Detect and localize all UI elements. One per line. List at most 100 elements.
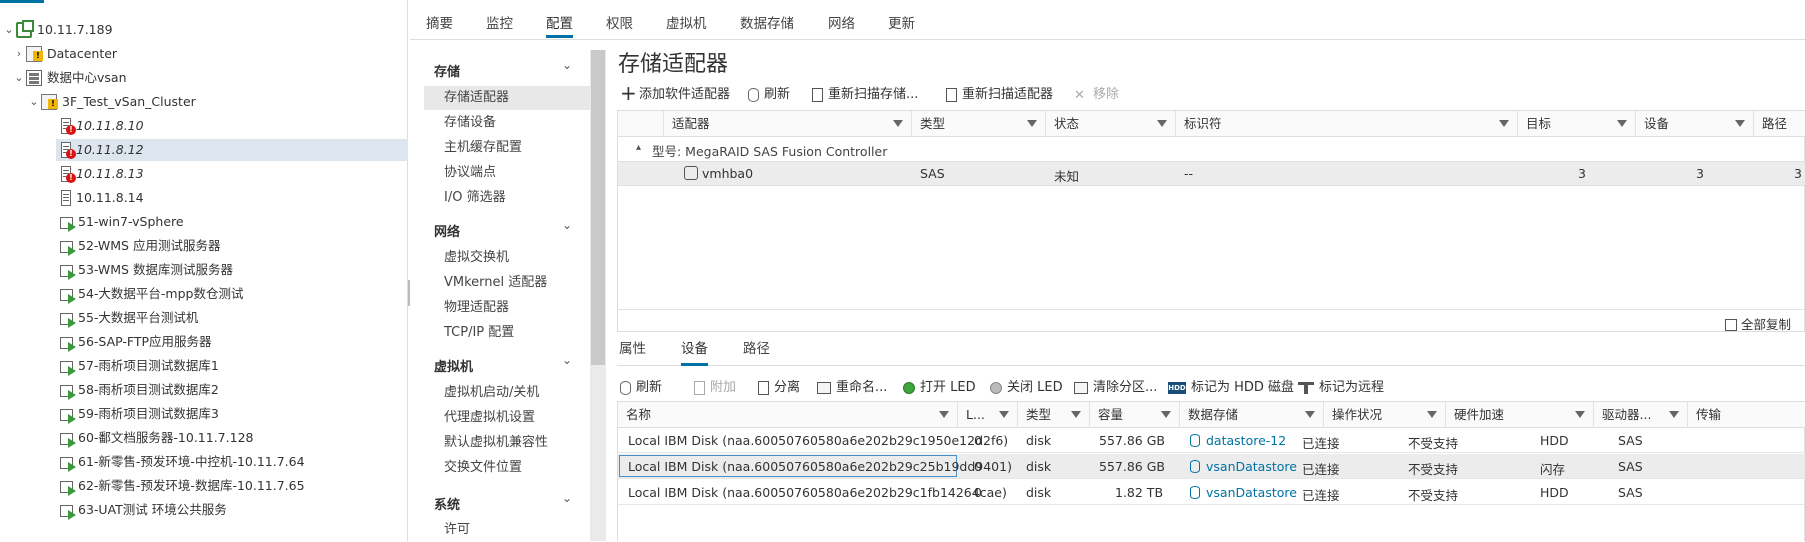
device-refresh-button[interactable]: 刷新 (620, 377, 662, 399)
nav-scrollbar-thumb[interactable] (591, 50, 605, 365)
column-header-adapter[interactable]: 适配器 (664, 111, 912, 137)
filter-icon[interactable] (1161, 411, 1171, 418)
datastore-link[interactable]: datastore-12 (1206, 433, 1286, 448)
chevron-down-icon[interactable]: ⌄ (562, 491, 572, 505)
filter-icon[interactable] (1157, 120, 1167, 127)
table-row[interactable]: Local IBM Disk (naa.60050760580a6e202b29… (618, 480, 1805, 505)
nav-section-system[interactable]: 系统 (434, 494, 460, 513)
group-collapse-icon[interactable]: ▴ (636, 142, 641, 153)
tree-item-vm[interactable]: 61-新零售-预发环境-中控机-10.11.7.64 (60, 451, 305, 473)
nav-section-network[interactable]: 网络 (434, 221, 460, 240)
column-header-lun[interactable]: L... (958, 402, 1018, 428)
column-header-identifier[interactable]: 标识符 (1176, 111, 1518, 137)
rescan-storage-button[interactable]: 重新扫描存储... (812, 84, 918, 106)
nav-item-swap-file[interactable]: 交换文件位置 (424, 456, 590, 480)
turn-on-led-button[interactable]: 打开 LED (903, 377, 976, 399)
tree-item-host[interactable]: 10.11.8.10 (58, 115, 144, 137)
column-header-transport[interactable]: 传输 (1688, 402, 1805, 428)
filter-icon[interactable] (1027, 120, 1037, 127)
chevron-right-icon[interactable]: › (12, 43, 26, 65)
tab-monitor[interactable]: 监控 (486, 12, 513, 38)
filter-icon[interactable] (939, 411, 949, 418)
rename-button[interactable]: 重命名... (817, 377, 887, 399)
table-row[interactable]: vmhba0 SAS 未知 -- 3 3 3 (618, 161, 1805, 186)
filter-icon[interactable] (1669, 411, 1679, 418)
filter-icon[interactable] (1617, 120, 1627, 127)
nav-item-tcpip[interactable]: TCP/IP 配置 (424, 321, 590, 345)
nav-item-vswitch[interactable]: 虚拟交换机 (424, 246, 590, 270)
tree-item-vm[interactable]: 57-雨析项目测试数据库1 (60, 355, 219, 377)
mark-remote-button[interactable]: 标记为远程 (1298, 377, 1384, 399)
rescan-adapter-button[interactable]: 重新扫描适配器 (946, 84, 1053, 106)
chevron-down-icon[interactable]: ⌄ (2, 19, 16, 41)
nav-item-vm-compat[interactable]: 默认虚拟机兼容性 (424, 431, 590, 455)
tree-item-host[interactable]: 10.11.8.13 (58, 163, 144, 185)
chevron-down-icon[interactable]: ⌄ (27, 91, 41, 113)
tab-permissions[interactable]: 权限 (606, 12, 633, 38)
tree-item-vm[interactable]: 63-UAT测试 环境公共服务 (60, 499, 227, 521)
tab-vms[interactable]: 虚拟机 (666, 12, 707, 38)
tree-item-cluster[interactable]: ⌄ 3F_Test_vSan_Cluster (27, 91, 196, 113)
tree-item-vm[interactable]: 62-新零售-预发环境-数据库-10.11.7.65 (60, 475, 305, 497)
column-header-targets[interactable]: 目标 (1518, 111, 1636, 137)
nav-item-storage-adapters[interactable]: 存储适配器 (424, 86, 590, 110)
filter-icon[interactable] (1575, 411, 1585, 418)
tree-item-datacenter-vsan[interactable]: ⌄ 数据中心vsan (12, 67, 127, 89)
tree-item-vm[interactable]: 52-WMS 应用测试服务器 (60, 235, 220, 257)
tree-item-vm[interactable]: 54-大数据平台-mpp数仓测试 (60, 283, 243, 305)
datastore-link[interactable]: vsanDatastore (1206, 459, 1297, 474)
nav-item-agent-vm[interactable]: 代理虚拟机设置 (424, 406, 590, 430)
tab-summary[interactable]: 摘要 (426, 12, 453, 38)
copy-all-button[interactable]: 全部复制 (1725, 314, 1791, 333)
filter-icon[interactable] (1735, 120, 1745, 127)
tree-item-datacenter[interactable]: › Datacenter (12, 43, 117, 65)
column-header-type[interactable]: 类型 (1018, 402, 1090, 428)
tab-updates[interactable]: 更新 (888, 12, 915, 38)
tree-item-vm[interactable]: 51-win7-vSphere (60, 211, 184, 233)
tab-properties[interactable]: 属性 (619, 336, 646, 366)
nav-item-protocol-endpoints[interactable]: 协议端点 (424, 161, 590, 185)
column-header-hw-accel[interactable]: 硬件加速 (1446, 402, 1594, 428)
turn-off-led-button[interactable]: 关闭 LED (990, 377, 1063, 399)
column-header-datastore[interactable]: 数据存储 (1180, 402, 1324, 428)
tab-networks[interactable]: 网络 (828, 12, 855, 38)
tab-configure[interactable]: 配置 (546, 12, 573, 38)
cell-datastore[interactable]: vsanDatastore (1190, 485, 1297, 500)
nav-item-host-cache[interactable]: 主机缓存配置 (424, 136, 590, 160)
tree-item-vm[interactable]: 58-雨析项目测试数据库2 (60, 379, 219, 401)
chevron-down-icon[interactable]: ⌄ (562, 218, 572, 232)
chevron-down-icon[interactable]: ⌄ (12, 67, 26, 89)
tree-item-host-selected[interactable]: 10.11.8.12 (56, 139, 408, 161)
column-header-drive-type[interactable]: 驱动器... (1594, 402, 1688, 428)
cell-datastore[interactable]: datastore-12 (1190, 433, 1286, 448)
detach-button[interactable]: 分离 (758, 377, 800, 399)
refresh-button[interactable]: 刷新 (748, 84, 790, 106)
nav-item-vm-startup[interactable]: 虚拟机启动/关机 (424, 381, 590, 405)
table-row-selected[interactable]: Local IBM Disk (naa.60050760580a6e202b29… (618, 454, 1805, 479)
tab-datastores[interactable]: 数据存储 (740, 12, 794, 38)
column-header-status[interactable]: 状态 (1046, 111, 1176, 137)
datastore-link[interactable]: vsanDatastore (1206, 485, 1297, 500)
column-header-type[interactable]: 类型 (912, 111, 1046, 137)
column-header-capacity[interactable]: 容量 (1090, 402, 1180, 428)
column-header-paths[interactable]: 路径 (1754, 111, 1805, 137)
chevron-down-icon[interactable]: ⌄ (562, 58, 572, 72)
tree-item-vm[interactable]: 56-SAP-FTP应用服务器 (60, 331, 212, 353)
filter-icon[interactable] (1427, 411, 1437, 418)
tab-devices[interactable]: 设备 (681, 336, 708, 366)
nav-item-io-filters[interactable]: I/O 筛选器 (424, 186, 590, 210)
table-row[interactable]: Local IBM Disk (naa.60050760580a6e202b29… (618, 428, 1805, 453)
nav-section-storage[interactable]: 存储 (434, 61, 460, 80)
filter-icon[interactable] (1305, 411, 1315, 418)
filter-icon[interactable] (893, 120, 903, 127)
remove-button[interactable]: 移除 (1074, 84, 1119, 107)
tab-paths[interactable]: 路径 (743, 336, 770, 366)
filter-icon[interactable] (1499, 120, 1509, 127)
filter-icon[interactable] (1071, 411, 1081, 418)
tree-item-vm[interactable]: 60-鄱文档服务器-10.11.7.128 (60, 427, 253, 449)
nav-item-vmkernel[interactable]: VMkernel 适配器 (424, 271, 590, 295)
nav-item-physical-adapters[interactable]: 物理适配器 (424, 296, 590, 320)
mark-hdd-button[interactable]: HDD 标记为 HDD 磁盘 (1168, 377, 1294, 399)
tree-item-vcenter[interactable]: ⌄ 10.11.7.189 (2, 19, 113, 41)
column-header-devices[interactable]: 设备 (1636, 111, 1754, 137)
